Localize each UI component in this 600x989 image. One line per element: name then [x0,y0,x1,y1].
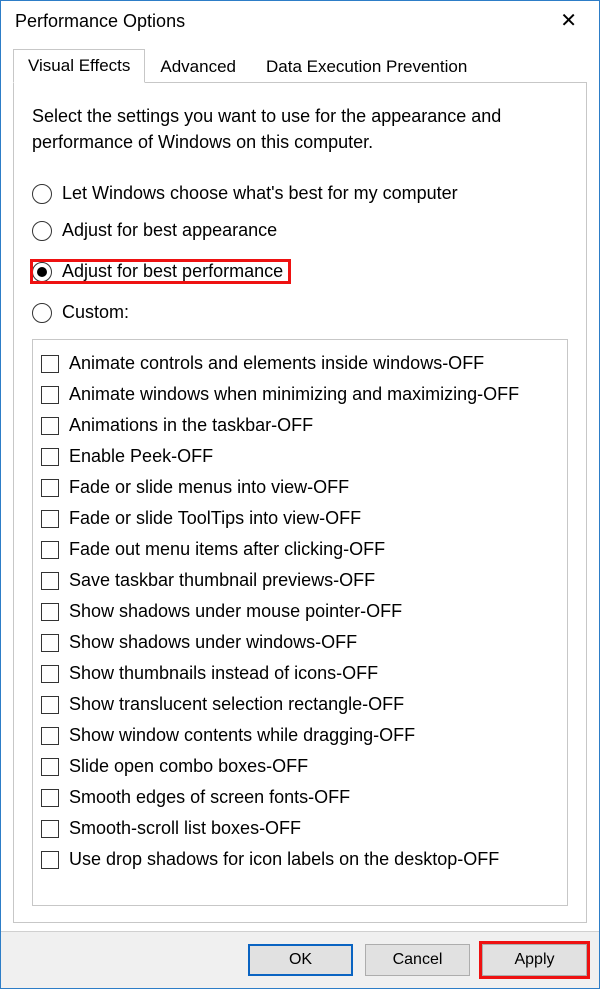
effect-item[interactable]: Fade or slide ToolTips into view-OFF [41,503,559,534]
radio-label: Let Windows choose what's best for my co… [62,183,458,204]
tab-label: Visual Effects [28,56,130,75]
radio-label: Adjust for best performance [62,261,283,282]
apply-button[interactable]: Apply [482,944,587,976]
cancel-button-label: Cancel [393,951,443,969]
window-title: Performance Options [15,11,185,32]
tab-label: Data Execution Prevention [266,57,467,76]
effect-item[interactable]: Animate controls and elements inside win… [41,348,559,379]
checkbox-icon [41,789,59,807]
checkbox-icon [41,634,59,652]
effect-label: Animate controls and elements inside win… [69,350,484,377]
radio-option[interactable]: Adjust for best performance [32,261,289,282]
effect-item[interactable]: Enable Peek-OFF [41,441,559,472]
effect-label: Show thumbnails instead of icons-OFF [69,660,378,687]
radio-icon [32,221,52,241]
checkbox-icon [41,448,59,466]
effect-label: Slide open combo boxes-OFF [69,753,308,780]
effect-label: Smooth-scroll list boxes-OFF [69,815,301,842]
radio-option[interactable]: Let Windows choose what's best for my co… [32,183,568,204]
checkbox-icon [41,696,59,714]
performance-options-window: Performance Options ✕ Visual Effects Adva… [0,0,600,989]
effect-item[interactable]: Show shadows under mouse pointer-OFF [41,596,559,627]
effect-label: Show shadows under windows-OFF [69,629,357,656]
tab-label: Advanced [160,57,236,76]
checkbox-icon [41,510,59,528]
effect-item[interactable]: Smooth-scroll list boxes-OFF [41,813,559,844]
checkbox-icon [41,851,59,869]
effect-item[interactable]: Smooth edges of screen fonts-OFF [41,782,559,813]
checkbox-icon [41,572,59,590]
radio-label: Custom: [62,302,129,323]
effects-checklist: Animate controls and elements inside win… [32,339,568,906]
intro-text: Select the settings you want to use for … [32,103,568,155]
radio-option[interactable]: Adjust for best appearance [32,220,568,241]
effect-label: Show window contents while dragging-OFF [69,722,415,749]
checkbox-icon [41,386,59,404]
tab-data-execution-prevention[interactable]: Data Execution Prevention [251,50,482,83]
effect-item[interactable]: Animate windows when minimizing and maxi… [41,379,559,410]
tab-advanced[interactable]: Advanced [145,50,251,83]
cancel-button[interactable]: Cancel [365,944,470,976]
ok-button-label: OK [289,951,312,969]
radio-icon [32,303,52,323]
checkbox-icon [41,758,59,776]
dialog-button-row: OK Cancel Apply [1,931,599,988]
checkbox-icon [41,665,59,683]
checkbox-icon [41,541,59,559]
close-icon[interactable]: ✕ [552,9,585,33]
checkbox-icon [41,355,59,373]
effect-item[interactable]: Save taskbar thumbnail previews-OFF [41,565,559,596]
radio-icon [32,184,52,204]
tab-visual-effects[interactable]: Visual Effects [13,49,145,83]
radio-label: Adjust for best appearance [62,220,277,241]
effect-item[interactable]: Show shadows under windows-OFF [41,627,559,658]
effect-label: Use drop shadows for icon labels on the … [69,846,499,873]
effect-label: Show translucent selection rectangle-OFF [69,691,404,718]
checkbox-icon [41,820,59,838]
effect-label: Fade or slide menus into view-OFF [69,474,349,501]
effect-item[interactable]: Fade out menu items after clicking-OFF [41,534,559,565]
checkbox-icon [41,479,59,497]
ok-button[interactable]: OK [248,944,353,976]
titlebar: Performance Options ✕ [1,1,599,43]
checkbox-icon [41,727,59,745]
radio-group: Let Windows choose what's best for my co… [32,179,568,339]
effect-label: Show shadows under mouse pointer-OFF [69,598,402,625]
checkbox-icon [41,417,59,435]
effect-label: Fade out menu items after clicking-OFF [69,536,385,563]
effect-item[interactable]: Use drop shadows for icon labels on the … [41,844,559,875]
tab-panel-visual-effects: Select the settings you want to use for … [13,82,587,923]
effect-item[interactable]: Animations in the taskbar-OFF [41,410,559,441]
radio-icon [32,262,52,282]
effect-label: Smooth edges of screen fonts-OFF [69,784,350,811]
radio-option[interactable]: Custom: [32,302,568,323]
effect-item[interactable]: Slide open combo boxes-OFF [41,751,559,782]
effect-label: Animations in the taskbar-OFF [69,412,313,439]
effect-item[interactable]: Show window contents while dragging-OFF [41,720,559,751]
effect-item[interactable]: Fade or slide menus into view-OFF [41,472,559,503]
effect-item[interactable]: Show translucent selection rectangle-OFF [41,689,559,720]
effect-label: Animate windows when minimizing and maxi… [69,381,519,408]
effect-label: Enable Peek-OFF [69,443,213,470]
checkbox-icon [41,603,59,621]
effect-label: Save taskbar thumbnail previews-OFF [69,567,375,594]
apply-button-label: Apply [514,951,554,969]
tab-strip: Visual Effects Advanced Data Execution Pre… [1,43,599,83]
effect-label: Fade or slide ToolTips into view-OFF [69,505,361,532]
effect-item[interactable]: Show thumbnails instead of icons-OFF [41,658,559,689]
